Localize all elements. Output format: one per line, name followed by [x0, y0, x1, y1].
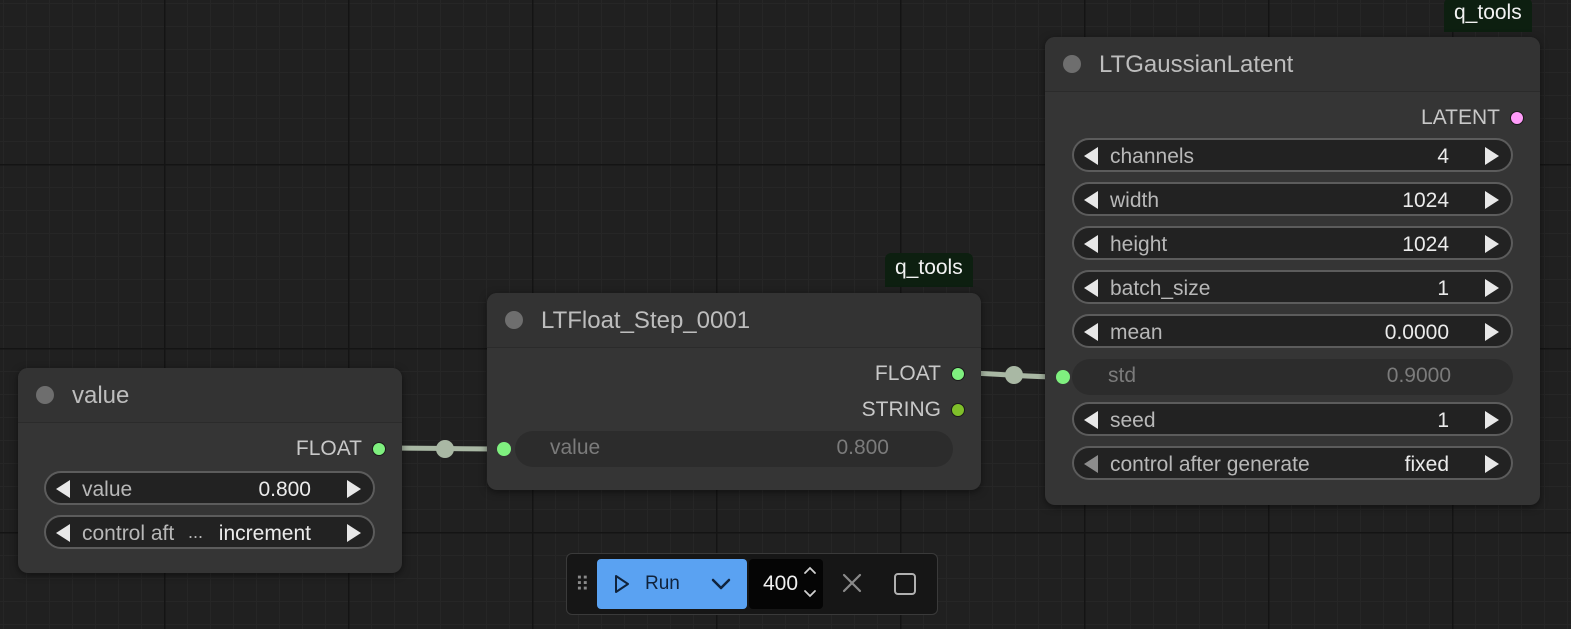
- decrement-arrow-icon[interactable]: [1084, 323, 1098, 341]
- decrement-arrow-icon[interactable]: [56, 480, 70, 498]
- collapse-dot-icon[interactable]: [36, 386, 54, 404]
- gaussian-latent-node[interactable]: LTGaussianLatent LATENT channels 4 width…: [1045, 37, 1540, 505]
- previous-arrow-icon[interactable]: [56, 524, 70, 542]
- widget-label: height: [1110, 233, 1168, 256]
- node-badge: q_tools: [885, 253, 973, 287]
- value-node[interactable]: value FLOAT value 0.800 control aft ... …: [18, 368, 402, 573]
- widget-label: std: [1108, 364, 1137, 387]
- close-icon[interactable]: [841, 572, 863, 594]
- combo-widget-control-after-generate[interactable]: control after generate fixed: [1072, 446, 1513, 480]
- number-widget-height[interactable]: height 1024: [1072, 226, 1513, 260]
- widget-label: control after generate: [1110, 453, 1310, 476]
- node-title: value: [72, 382, 130, 409]
- widget-value: 1: [1437, 277, 1449, 300]
- output-label: LATENT: [1421, 106, 1500, 129]
- output-port-icon[interactable]: [372, 442, 386, 456]
- increment-arrow-icon[interactable]: [1485, 411, 1499, 429]
- widget-label: channels: [1110, 145, 1195, 168]
- output-slot-float[interactable]: FLOAT: [296, 436, 386, 462]
- output-slot-string[interactable]: STRING: [862, 397, 965, 423]
- decrement-arrow-icon[interactable]: [1084, 191, 1098, 209]
- run-button[interactable]: Run: [597, 559, 747, 609]
- increment-arrow-icon[interactable]: [1485, 235, 1499, 253]
- widget-value: fixed: [1404, 453, 1449, 476]
- decrement-arrow-icon[interactable]: [1084, 411, 1098, 429]
- widget-value: 0.800: [258, 478, 311, 501]
- collapse-dot-icon[interactable]: [1063, 55, 1081, 73]
- increment-arrow-icon[interactable]: [347, 480, 361, 498]
- link-midpoint: [1005, 366, 1023, 384]
- output-label: FLOAT: [295, 437, 362, 460]
- output-slot-latent[interactable]: LATENT: [1421, 105, 1524, 131]
- node-title: LTGaussianLatent: [1099, 51, 1294, 78]
- link-midpoint: [436, 440, 454, 458]
- increment-arrow-icon[interactable]: [1485, 147, 1499, 165]
- widget-value: 1024: [1402, 233, 1449, 256]
- decrement-arrow-icon[interactable]: [1084, 279, 1098, 297]
- node-badge: q_tools: [1444, 0, 1532, 32]
- node-header[interactable]: LTFloat_Step_0001: [487, 293, 981, 348]
- number-widget-batch-size[interactable]: batch_size 1: [1072, 270, 1513, 304]
- number-widget-width[interactable]: width 1024: [1072, 182, 1513, 216]
- next-arrow-icon[interactable]: [347, 524, 361, 542]
- widget-label: value: [82, 478, 133, 501]
- widget-label: value: [550, 436, 601, 459]
- output-label: STRING: [861, 398, 941, 421]
- increment-arrow-icon[interactable]: [1485, 323, 1499, 341]
- chevron-down-icon[interactable]: [711, 577, 731, 591]
- node-header[interactable]: LTGaussianLatent: [1045, 37, 1540, 92]
- widget-label-ellipsis: ...: [188, 522, 204, 542]
- queue-count-input[interactable]: 400: [749, 559, 823, 609]
- output-port-icon[interactable]: [951, 403, 965, 417]
- widget-label: seed: [1110, 409, 1156, 432]
- play-icon: [615, 575, 629, 593]
- number-widget-seed[interactable]: seed 1: [1072, 402, 1513, 436]
- stop-icon[interactable]: [893, 572, 917, 596]
- input-port-icon[interactable]: [1056, 370, 1070, 384]
- chevron-up-icon[interactable]: [803, 565, 817, 575]
- run-toolbar: ⠿ Run 400: [566, 553, 938, 615]
- decrement-arrow-icon[interactable]: [1084, 235, 1098, 253]
- run-label: Run: [645, 573, 680, 594]
- collapse-dot-icon[interactable]: [505, 311, 523, 329]
- widget-value: 1: [1437, 409, 1449, 432]
- widget-label: batch_size: [1110, 277, 1211, 300]
- node-title: LTFloat_Step_0001: [541, 307, 751, 334]
- number-widget-value[interactable]: value 0.800: [44, 471, 375, 505]
- output-slot-float[interactable]: FLOAT: [875, 361, 965, 387]
- widget-label: control aft: [82, 522, 175, 545]
- node-header[interactable]: value: [18, 368, 402, 423]
- number-widget-channels[interactable]: channels 4: [1072, 138, 1513, 172]
- decrement-arrow-icon[interactable]: [1084, 147, 1098, 165]
- combo-widget-control-after[interactable]: control aft ... increment: [44, 515, 375, 549]
- previous-arrow-icon[interactable]: [1084, 455, 1098, 473]
- output-port-icon[interactable]: [951, 367, 965, 381]
- output-port-icon[interactable]: [1510, 111, 1524, 125]
- widget-value: 0.0000: [1384, 321, 1449, 344]
- number-widget-mean[interactable]: mean 0.0000: [1072, 314, 1513, 348]
- increment-arrow-icon[interactable]: [1485, 279, 1499, 297]
- widget-value: 4: [1437, 145, 1449, 168]
- drag-handle-icon[interactable]: ⠿: [575, 572, 590, 597]
- widget-label: mean: [1110, 321, 1163, 344]
- input-widget-value[interactable]: value 0.800: [515, 431, 953, 467]
- widget-value: 0.800: [836, 436, 889, 459]
- next-arrow-icon[interactable]: [1485, 455, 1499, 473]
- widget-value: 0.9000: [1386, 364, 1451, 387]
- input-widget-std[interactable]: std 0.9000: [1072, 359, 1513, 395]
- chevron-down-icon[interactable]: [803, 589, 817, 599]
- widget-value: increment: [218, 522, 311, 545]
- float-step-node[interactable]: LTFloat_Step_0001 FLOAT STRING value 0.8…: [487, 293, 981, 490]
- widget-value: 1024: [1402, 189, 1449, 212]
- increment-arrow-icon[interactable]: [1485, 191, 1499, 209]
- output-label: FLOAT: [874, 362, 941, 385]
- input-port-icon[interactable]: [497, 442, 511, 456]
- widget-label: width: [1110, 189, 1160, 212]
- queue-count-value: 400: [763, 572, 799, 595]
